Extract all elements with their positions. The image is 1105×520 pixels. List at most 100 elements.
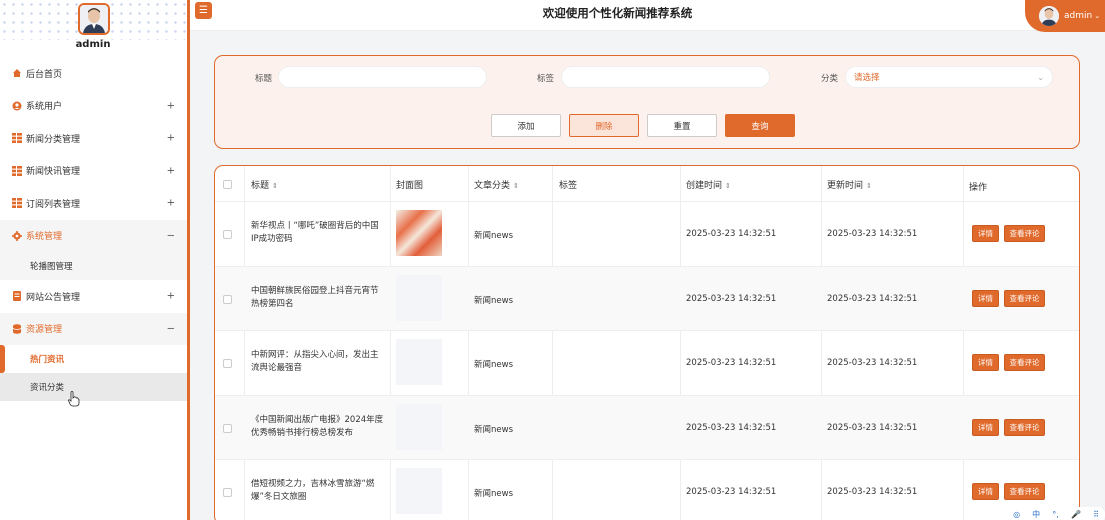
expand-icon: + bbox=[166, 290, 175, 302]
table-row[interactable]: 中国朝鲜族民俗园登上抖音元宵节热榜第四名 新闻news 2025-03-23 1… bbox=[215, 266, 1079, 331]
ime-toolbar[interactable]: ◎ 中 °, 🎤 ⠿ bbox=[1007, 507, 1105, 520]
row-category: 新闻news bbox=[474, 424, 513, 435]
row-checkbox[interactable] bbox=[223, 488, 232, 497]
table-row[interactable]: 借短视频之力，吉林冰雪旅游“燃爆”冬日文旅圈 新闻news 2025-03-23… bbox=[215, 460, 1079, 520]
select-all-checkbox[interactable] bbox=[223, 180, 232, 189]
menu-item-system-management[interactable]: 系统管理 − bbox=[0, 219, 187, 252]
expand-icon: + bbox=[166, 197, 175, 209]
row-created: 2025-03-23 14:32:51 bbox=[686, 229, 777, 239]
header-updated-label: 更新时间 bbox=[827, 181, 864, 191]
submenu-item-news-category[interactable]: 资讯分类 bbox=[0, 373, 187, 401]
menu-item-system-users[interactable]: 系统用户 + bbox=[0, 90, 187, 123]
menu-item-label: 系统用户 bbox=[26, 102, 63, 113]
row-updated: 2025-03-23 14:32:51 bbox=[827, 293, 918, 304]
row-created: 2025-03-23 14:32:51 bbox=[686, 487, 777, 497]
header-action: 操作 bbox=[969, 183, 988, 193]
detail-button[interactable]: 详情 bbox=[972, 225, 999, 242]
header-created-label: 创建时间 bbox=[686, 181, 723, 191]
grid-icon bbox=[12, 133, 22, 144]
header-created[interactable]: 创建时间 ⇕ bbox=[686, 178, 731, 191]
grid-icon bbox=[12, 165, 22, 176]
table-row[interactable]: 《中国新闻出版广电报》2024年度优秀畅销书排行榜总榜发布 新闻news 202… bbox=[215, 395, 1079, 460]
header-category[interactable]: 文章分类 ⇕ bbox=[474, 178, 519, 191]
avatar[interactable] bbox=[78, 3, 110, 35]
row-title: 借短视频之力，吉林冰雪旅游“燃爆”冬日文旅圈 bbox=[251, 479, 375, 502]
table-row[interactable]: 新华视点丨“哪吒”破圈背后的中国IP成功密码 新闻news 2025-03-23… bbox=[215, 202, 1079, 267]
header-title[interactable]: 标题 ⇕ bbox=[251, 178, 278, 191]
ime-punct-icon: °, bbox=[1052, 510, 1059, 519]
sort-icon: ⇕ bbox=[272, 182, 278, 190]
home-icon bbox=[13, 69, 21, 78]
row-title: 中国朝鲜族民俗园登上抖音元宵节热榜第四名 bbox=[251, 285, 379, 309]
submenu-item-carousel[interactable]: 轮播图管理 bbox=[0, 252, 187, 280]
menu-item-label: 新闻分类管理 bbox=[26, 134, 81, 145]
cover-image bbox=[396, 468, 442, 514]
row-category: 新闻news bbox=[474, 489, 513, 499]
row-created: 2025-03-23 14:32:51 bbox=[686, 293, 777, 304]
grid-icon bbox=[12, 198, 22, 209]
row-created: 2025-03-23 14:32:51 bbox=[686, 358, 777, 368]
header-cover: 封面图 bbox=[396, 181, 424, 191]
detail-button[interactable]: 详情 bbox=[972, 483, 999, 500]
menu-item-news-flash[interactable]: 新闻快讯管理 + bbox=[0, 155, 187, 188]
header-category-label: 文章分类 bbox=[474, 181, 511, 191]
news-table: 标题 ⇕ 封面图 文章分类 ⇕ 标签 创建时间 ⇕ 更新时间 ⇕ 操作 新华视点丨“哪吒… bbox=[214, 165, 1080, 520]
reset-button[interactable]: 重置 bbox=[647, 114, 717, 137]
row-created: 2025-03-23 14:32:51 bbox=[686, 422, 777, 433]
detail-button[interactable]: 详情 bbox=[972, 418, 999, 436]
title-input[interactable] bbox=[278, 66, 487, 88]
row-checkbox[interactable] bbox=[223, 294, 232, 304]
tag-input[interactable] bbox=[561, 66, 770, 88]
sort-icon: ⇕ bbox=[725, 182, 731, 190]
menu-item-label: 新闻快讯管理 bbox=[26, 167, 81, 178]
hand-cursor-icon bbox=[68, 391, 80, 407]
grid-icon: ⠿ bbox=[1093, 510, 1099, 519]
row-title: 新华视点丨“哪吒”破圈背后的中国IP成功密码 bbox=[251, 221, 379, 244]
table-header: 标题 ⇕ 封面图 文章分类 ⇕ 标签 创建时间 ⇕ 更新时间 ⇕ 操作 bbox=[215, 166, 1079, 202]
header-updated[interactable]: 更新时间 ⇕ bbox=[827, 178, 872, 191]
view-comments-button[interactable]: 查看评论 bbox=[1004, 418, 1045, 436]
user-icon bbox=[12, 101, 22, 111]
view-comments-button[interactable]: 查看评论 bbox=[1004, 289, 1045, 307]
row-title: 《中国新闻出版广电报》2024年度优秀畅销书排行榜总榜发布 bbox=[251, 414, 384, 438]
expand-icon: + bbox=[166, 165, 175, 177]
tag-label: 标签 bbox=[537, 74, 555, 84]
detail-button[interactable]: 详情 bbox=[972, 354, 999, 371]
detail-button[interactable]: 详情 bbox=[972, 289, 999, 307]
avatar-image bbox=[1039, 6, 1059, 26]
view-comments-button[interactable]: 查看评论 bbox=[1004, 483, 1045, 500]
cover-image bbox=[396, 210, 442, 256]
menu-item-announcements[interactable]: 网站公告管理 + bbox=[0, 280, 187, 313]
menu-item-resources[interactable]: 资源管理 − bbox=[0, 312, 187, 345]
menu-item-home[interactable]: 后台首页 bbox=[0, 57, 187, 90]
title-label: 标题 bbox=[255, 74, 273, 84]
row-title: 中新网评：从指尖入心间，发出主流舆论最强音 bbox=[251, 350, 379, 373]
row-checkbox[interactable] bbox=[223, 359, 232, 368]
row-category: 新闻news bbox=[474, 360, 513, 370]
add-button[interactable]: 添加 bbox=[491, 114, 561, 137]
row-category: 新闻news bbox=[474, 231, 513, 241]
row-checkbox[interactable] bbox=[223, 230, 232, 239]
menu-item-subscriptions[interactable]: 订阅列表管理 + bbox=[0, 187, 187, 220]
row-updated: 2025-03-23 14:32:51 bbox=[827, 487, 918, 497]
user-menu[interactable]: admin ⌄ bbox=[1025, 0, 1105, 32]
delete-button[interactable]: 删除 bbox=[569, 114, 639, 137]
row-checkbox[interactable] bbox=[223, 423, 232, 433]
table-row[interactable]: 中新网评：从指尖入心间，发出主流舆论最强音 新闻news 2025-03-23 … bbox=[215, 331, 1079, 396]
ime-language: 中 bbox=[1032, 510, 1041, 519]
view-comments-button[interactable]: 查看评论 bbox=[1004, 354, 1045, 371]
avatar-image bbox=[80, 5, 108, 33]
row-updated: 2025-03-23 14:32:51 bbox=[827, 229, 918, 239]
collapse-icon: − bbox=[166, 230, 175, 242]
view-comments-button[interactable]: 查看评论 bbox=[1004, 225, 1045, 242]
cover-image bbox=[396, 403, 442, 450]
sidebar: admin 后台首页 系统用户 + 新闻分类管理 + 新闻快讯管理 + 订阅列表… bbox=[0, 0, 190, 520]
cover-image bbox=[396, 274, 442, 321]
chevron-down-icon: ⌄ bbox=[1094, 12, 1101, 20]
menu-item-news-category[interactable]: 新闻分类管理 + bbox=[0, 122, 187, 155]
submenu-item-hot-news[interactable]: 热门资讯 bbox=[0, 345, 187, 373]
expand-icon: + bbox=[166, 132, 175, 144]
category-select[interactable]: 请选择 ⌄ bbox=[845, 66, 1053, 88]
query-button[interactable]: 查询 bbox=[725, 114, 795, 137]
microphone-icon: 🎤 bbox=[1070, 510, 1081, 519]
